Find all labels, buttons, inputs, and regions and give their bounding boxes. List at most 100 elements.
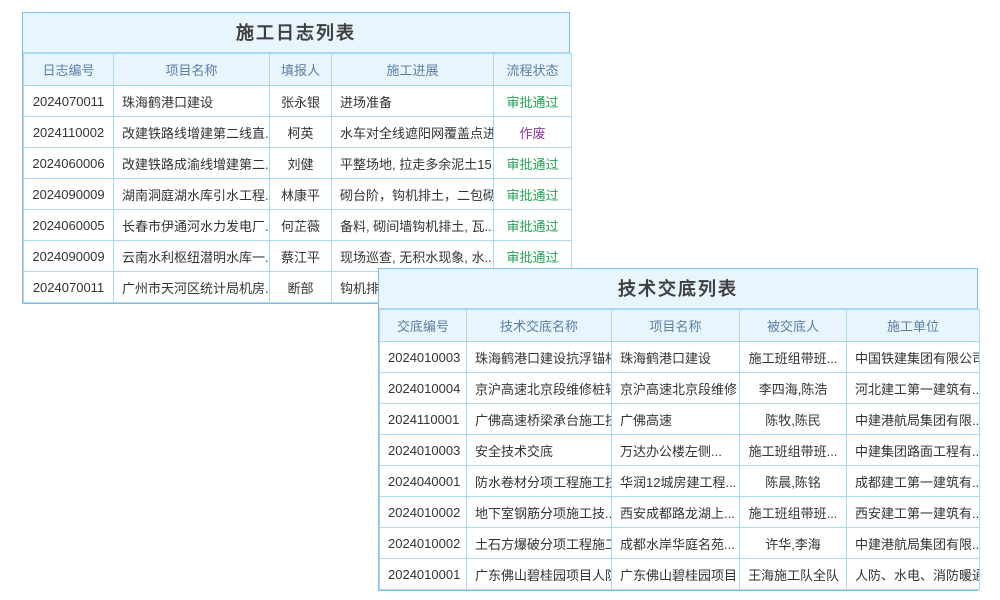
disclosure-id-cell[interactable]: 2024010003: [380, 435, 467, 466]
recipient-cell: 李四海,陈浩: [740, 373, 847, 404]
recipient-cell: 许华,李海: [740, 528, 847, 559]
unit-cell: 中国铁建集团有限公司: [847, 342, 980, 373]
unit-cell: 中建港航局集团有限...: [847, 528, 980, 559]
project-name-cell[interactable]: 湖南洞庭湖水库引水工程...: [114, 179, 270, 210]
project-name-cell[interactable]: 成都水岸华庭名苑...: [612, 528, 740, 559]
recipient-cell: 施工班组带班...: [740, 497, 847, 528]
log-id-cell[interactable]: 2024070011: [24, 272, 114, 303]
recipient-cell: 施工班组带班...: [740, 435, 847, 466]
reporter-cell[interactable]: 林康平: [270, 179, 332, 210]
column-header-unit: 施工单位: [847, 310, 980, 342]
project-name-cell[interactable]: 西安成都路龙湖上...: [612, 497, 740, 528]
disclosure-id-cell[interactable]: 2024010002: [380, 528, 467, 559]
column-header-log-id: 日志编号: [24, 54, 114, 86]
disclosure-name-cell[interactable]: 地下室钢筋分项施工技...: [467, 497, 612, 528]
disclosure-name-cell[interactable]: 土石方爆破分项工程施工...: [467, 528, 612, 559]
table-row: 2024010001广东佛山碧桂园项目人防...广东佛山碧桂园项目王海施工队全队…: [380, 559, 980, 590]
table-row: 2024060006改建铁路成渝线增建第二...刘健平整场地, 拉走多余泥土15…: [24, 148, 572, 179]
disclosure-name-cell[interactable]: 珠海鹤港口建设抗浮锚杆...: [467, 342, 612, 373]
recipient-cell: 王海施工队全队: [740, 559, 847, 590]
unit-cell: 河北建工第一建筑有...: [847, 373, 980, 404]
status-badge: 审批通过: [494, 148, 572, 179]
progress-cell: 进场准备: [332, 86, 494, 117]
disclosure-name-cell[interactable]: 安全技术交底: [467, 435, 612, 466]
disclosure-name-cell[interactable]: 广佛高速桥梁承台施工技...: [467, 404, 612, 435]
disclosure-id-cell[interactable]: 2024040001: [380, 466, 467, 497]
log-id-cell[interactable]: 2024110002: [24, 117, 114, 148]
table-row: 2024010002地下室钢筋分项施工技...西安成都路龙湖上...施工班组带班…: [380, 497, 980, 528]
project-name-cell[interactable]: 改建铁路成渝线增建第二...: [114, 148, 270, 179]
project-name-cell[interactable]: 珠海鹤港口建设: [612, 342, 740, 373]
technical-disclosure-title: 技术交底列表: [379, 269, 977, 309]
recipient-cell: 陈晨,陈铭: [740, 466, 847, 497]
construction-log-panel: 施工日志列表 日志编号项目名称填报人施工进展流程状态 2024070011珠海鹤…: [22, 12, 570, 304]
project-name-cell[interactable]: 万达办公楼左侧...: [612, 435, 740, 466]
table-row: 2024010003珠海鹤港口建设抗浮锚杆...珠海鹤港口建设施工班组带班...…: [380, 342, 980, 373]
technical-disclosure-table: 交底编号技术交底名称项目名称被交底人施工单位 2024010003珠海鹤港口建设…: [379, 309, 980, 590]
disclosure-id-cell[interactable]: 2024010001: [380, 559, 467, 590]
status-badge: 审批通过: [494, 86, 572, 117]
reporter-cell[interactable]: 张永银: [270, 86, 332, 117]
technical-disclosure-body: 2024010003珠海鹤港口建设抗浮锚杆...珠海鹤港口建设施工班组带班...…: [380, 342, 980, 590]
table-row: 2024060005长春市伊通河水力发电厂...何芷薇备料, 砌间墙钩机排土, …: [24, 210, 572, 241]
progress-cell: 现场巡查, 无积水现象, 水...: [332, 241, 494, 272]
status-badge: 作废: [494, 117, 572, 148]
table-row: 2024110002改建铁路线增建第二线直...柯英水车对全线遮阳网覆盖点进..…: [24, 117, 572, 148]
technical-disclosure-panel: 技术交底列表 交底编号技术交底名称项目名称被交底人施工单位 2024010003…: [378, 268, 978, 591]
disclosure-id-cell[interactable]: 2024010003: [380, 342, 467, 373]
reporter-cell[interactable]: 刘健: [270, 148, 332, 179]
disclosure-name-cell[interactable]: 防水卷材分项工程施工技...: [467, 466, 612, 497]
table-row: 2024110001广佛高速桥梁承台施工技...广佛高速陈牧,陈民中建港航局集团…: [380, 404, 980, 435]
column-header-project-name: 项目名称: [612, 310, 740, 342]
unit-cell: 中建集团路面工程有...: [847, 435, 980, 466]
table-row: 2024090009湖南洞庭湖水库引水工程...林康平砌台阶，钩机排土，二包砌.…: [24, 179, 572, 210]
project-name-cell[interactable]: 改建铁路线增建第二线直...: [114, 117, 270, 148]
unit-cell: 中建港航局集团有限...: [847, 404, 980, 435]
column-header-reporter: 填报人: [270, 54, 332, 86]
construction-log-title: 施工日志列表: [23, 13, 569, 53]
log-id-cell[interactable]: 2024090009: [24, 179, 114, 210]
construction-log-header-row: 日志编号项目名称填报人施工进展流程状态: [24, 54, 572, 86]
progress-cell: 水车对全线遮阳网覆盖点进...: [332, 117, 494, 148]
project-name-cell[interactable]: 珠海鹤港口建设: [114, 86, 270, 117]
disclosure-name-cell[interactable]: 京沪高速北京段维修桩辅...: [467, 373, 612, 404]
recipient-cell: 陈牧,陈民: [740, 404, 847, 435]
reporter-cell[interactable]: 柯英: [270, 117, 332, 148]
log-id-cell[interactable]: 2024060006: [24, 148, 114, 179]
table-row: 2024040001防水卷材分项工程施工技...华润12城房建工程...陈晨,陈…: [380, 466, 980, 497]
disclosure-id-cell[interactable]: 2024110001: [380, 404, 467, 435]
project-name-cell[interactable]: 华润12城房建工程...: [612, 466, 740, 497]
disclosure-name-cell[interactable]: 广东佛山碧桂园项目人防...: [467, 559, 612, 590]
table-row: 2024070011珠海鹤港口建设张永银进场准备审批通过: [24, 86, 572, 117]
construction-log-table: 日志编号项目名称填报人施工进展流程状态 2024070011珠海鹤港口建设张永银…: [23, 53, 572, 303]
progress-cell: 备料, 砌间墙钩机排土, 瓦...: [332, 210, 494, 241]
recipient-cell: 施工班组带班...: [740, 342, 847, 373]
table-row: 2024010004京沪高速北京段维修桩辅...京沪高速北京段维修李四海,陈浩河…: [380, 373, 980, 404]
progress-cell: 平整场地, 拉走多余泥土15...: [332, 148, 494, 179]
disclosure-id-cell[interactable]: 2024010004: [380, 373, 467, 404]
column-header-disclosure-name: 技术交底名称: [467, 310, 612, 342]
unit-cell: 人防、水电、消防暖通...: [847, 559, 980, 590]
status-badge: 审批通过: [494, 210, 572, 241]
status-badge: 审批通过: [494, 241, 572, 272]
reporter-cell[interactable]: 何芷薇: [270, 210, 332, 241]
log-id-cell[interactable]: 2024090009: [24, 241, 114, 272]
project-name-cell[interactable]: 广佛高速: [612, 404, 740, 435]
disclosure-id-cell[interactable]: 2024010002: [380, 497, 467, 528]
unit-cell: 西安建工第一建筑有...: [847, 497, 980, 528]
table-row: 2024090009云南水利枢纽潜明水库一...蔡江平现场巡查, 无积水现象, …: [24, 241, 572, 272]
reporter-cell[interactable]: 断部: [270, 272, 332, 303]
unit-cell: 成都建工第一建筑有...: [847, 466, 980, 497]
project-name-cell[interactable]: 广州市天河区统计局机房...: [114, 272, 270, 303]
project-name-cell[interactable]: 京沪高速北京段维修: [612, 373, 740, 404]
column-header-recipient: 被交底人: [740, 310, 847, 342]
progress-cell: 砌台阶，钩机排土，二包砌...: [332, 179, 494, 210]
log-id-cell[interactable]: 2024070011: [24, 86, 114, 117]
column-header-disclosure-id: 交底编号: [380, 310, 467, 342]
project-name-cell[interactable]: 广东佛山碧桂园项目: [612, 559, 740, 590]
reporter-cell[interactable]: 蔡江平: [270, 241, 332, 272]
project-name-cell[interactable]: 云南水利枢纽潜明水库一...: [114, 241, 270, 272]
project-name-cell[interactable]: 长春市伊通河水力发电厂...: [114, 210, 270, 241]
log-id-cell[interactable]: 2024060005: [24, 210, 114, 241]
table-row: 2024010002土石方爆破分项工程施工...成都水岸华庭名苑...许华,李海…: [380, 528, 980, 559]
